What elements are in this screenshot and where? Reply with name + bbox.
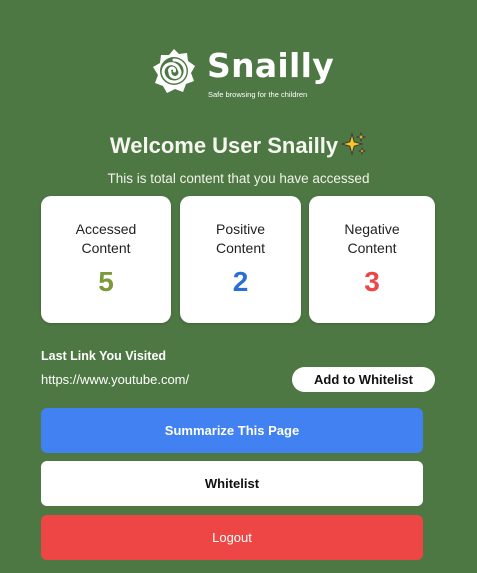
last-link-title: Last Link You Visited	[41, 349, 167, 363]
stat-card-accessed: Accessed Content 5	[41, 196, 171, 323]
welcome-title: Welcome User Snailly	[109, 133, 339, 158]
stat-value-positive: 2	[232, 266, 249, 297]
stat-label-line1: Negative	[344, 221, 400, 237]
stat-label-line1: Positive	[215, 221, 266, 237]
brand-logo: Snailly Safe browsing for the children	[149, 44, 339, 102]
sparkles-icon	[341, 132, 367, 157]
stat-label-line1: Accessed	[75, 221, 137, 237]
welcome-heading: Welcome User Snailly	[0, 131, 477, 161]
stat-label: Negative Content	[309, 220, 435, 258]
brand-tagline: Safe browsing for the children	[208, 90, 308, 99]
stat-value-negative: 3	[364, 266, 380, 297]
stat-label: Accessed Content	[41, 220, 171, 258]
stat-label: Positive Content	[180, 220, 301, 258]
brand-name: Snailly	[207, 46, 335, 85]
welcome-subtitle: This is total content that you have acce…	[107, 171, 370, 186]
last-link-url: https://www.youtube.com/	[41, 372, 190, 387]
snail-shell-logo-icon	[153, 49, 195, 93]
whitelist-button[interactable]: Whitelist	[41, 461, 423, 506]
stat-label-line2: Content	[347, 240, 397, 256]
logout-button[interactable]: Logout	[41, 515, 423, 560]
stat-label-line2: Content	[81, 240, 131, 256]
summarize-page-button[interactable]: Summarize This Page	[41, 408, 423, 453]
stat-card-positive: Positive Content 2	[180, 196, 301, 323]
stat-card-negative: Negative Content 3	[309, 196, 435, 323]
stat-label-line2: Content	[215, 240, 266, 256]
add-to-whitelist-button[interactable]: Add to Whitelist	[292, 367, 435, 392]
stat-value-accessed: 5	[98, 266, 114, 297]
